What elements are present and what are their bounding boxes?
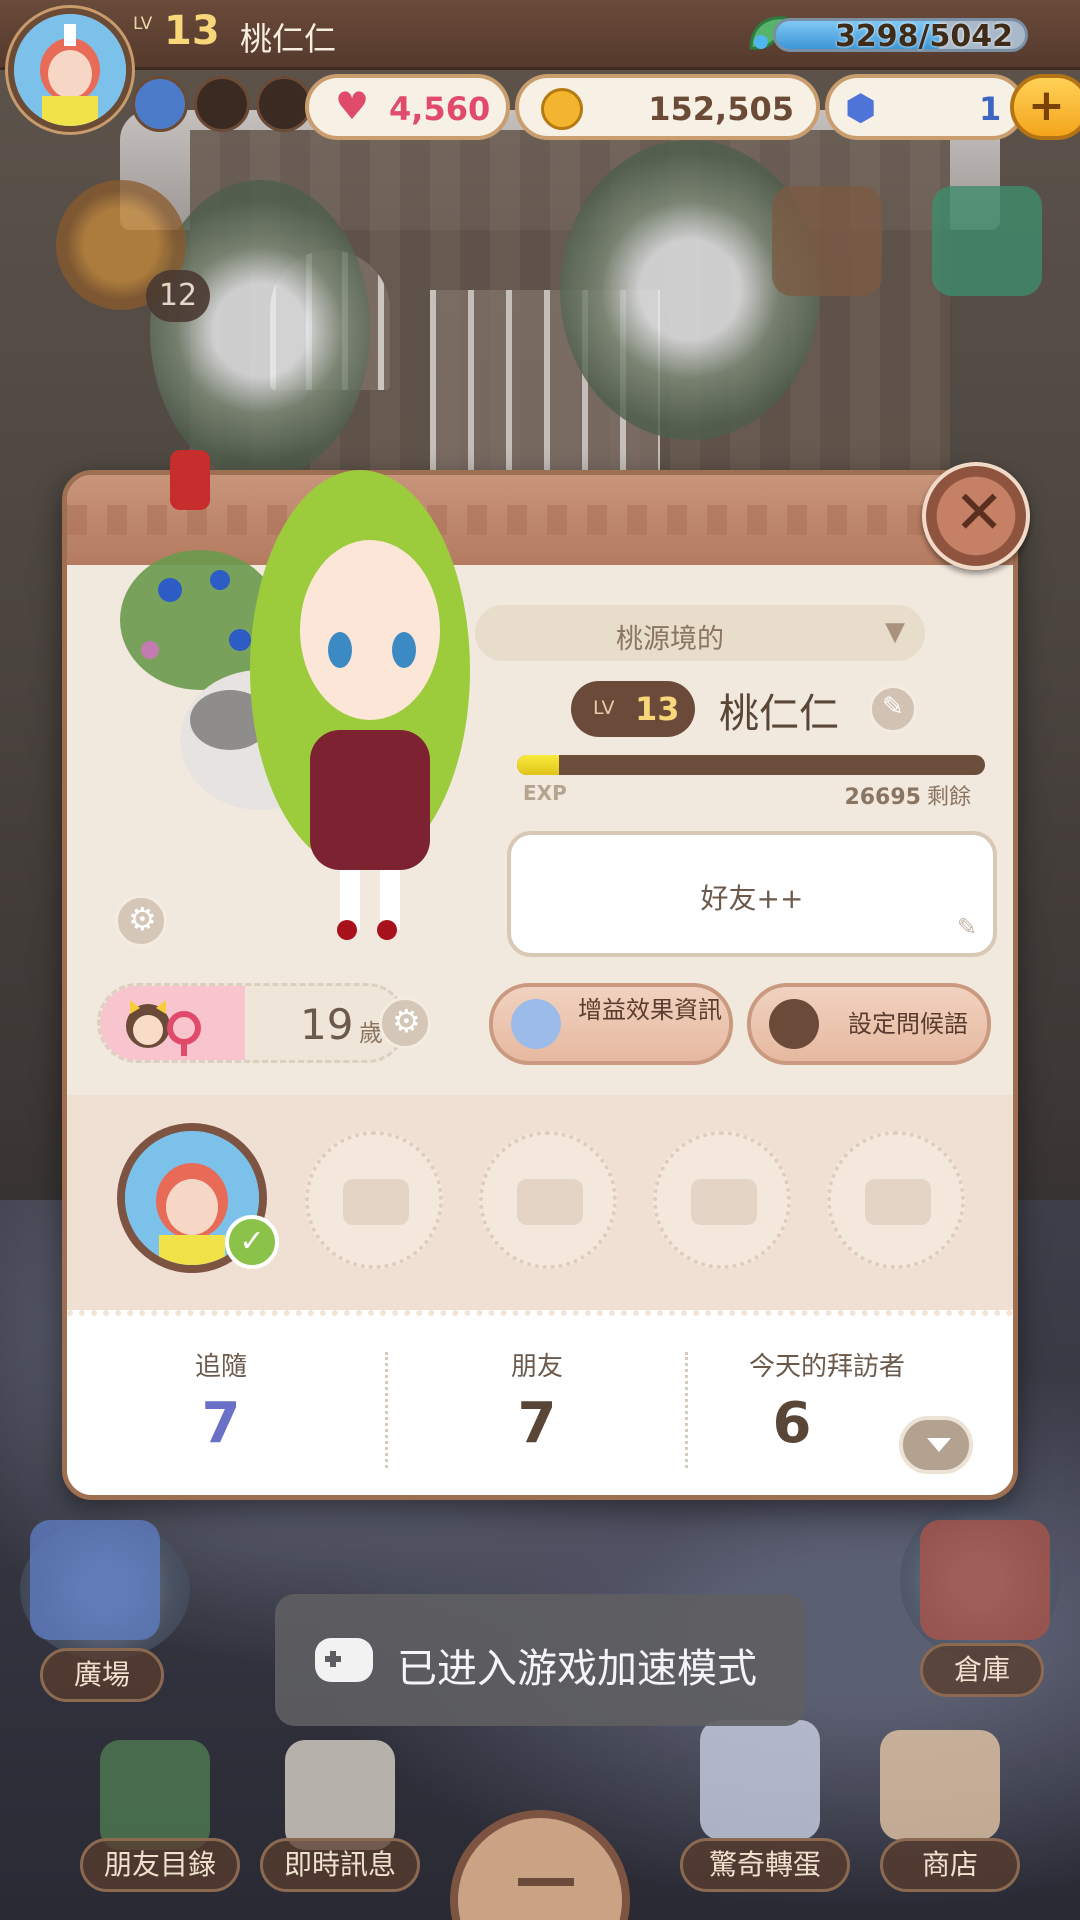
friend-book-icon [100, 1740, 210, 1850]
interior-decor-button[interactable] [772, 186, 882, 296]
profile-level-value: 13 [635, 690, 680, 728]
exp-label: EXP [523, 781, 567, 805]
exp-remaining: 26695 剩餘 [844, 779, 971, 811]
add-gems-button[interactable] [1010, 74, 1080, 140]
add-photo-camera-icon[interactable] [479, 1131, 617, 1269]
character-illustration [120, 450, 470, 940]
hearts-counter[interactable]: ♥ 4,560 [305, 74, 510, 140]
friends-stat[interactable]: 朋友 7 [417, 1346, 657, 1456]
messages-board-icon [285, 1740, 395, 1850]
exp-bar-fill [517, 755, 560, 775]
buff-info-label: 增益效果資訊 [578, 996, 722, 1024]
energy-value: 3298/5042 [835, 19, 1013, 54]
heart-icon: ♥ [335, 84, 370, 128]
exp-remaining-suffix: 剩餘 [926, 785, 971, 810]
avatar-portrait-icon [14, 14, 126, 126]
friends-label: 朋友 [510, 1352, 563, 1382]
gacha-machine-icon [700, 1720, 820, 1840]
profile-level-label: LV [593, 697, 615, 719]
game-boost-toast: 已进入游戏加速模式 [275, 1594, 805, 1726]
region-value: 桃源境的 [616, 624, 724, 655]
set-greeting-label: 設定問候語 [848, 1010, 968, 1038]
friends-value: 7 [517, 1391, 557, 1456]
close-icon: ✕ [954, 478, 1005, 548]
add-photo-camera-icon[interactable] [827, 1131, 965, 1269]
gacha-button[interactable]: 驚奇轉蛋 [680, 1838, 850, 1892]
followers-stat[interactable]: 追隨 7 [101, 1346, 341, 1456]
greeting-text: 好友++ [700, 882, 804, 915]
age-settings-gear-icon[interactable] [379, 997, 431, 1049]
quest-count-badge: 12 [146, 270, 210, 322]
greeting-message-card[interactable]: 好友++ ✎ [507, 831, 997, 957]
exterior-decor-button[interactable] [932, 186, 1042, 296]
shop-storefront-icon [880, 1730, 1000, 1840]
gems-counter[interactable]: ⬢ 1 [825, 74, 1025, 140]
age-value: 19 [300, 1000, 354, 1049]
coins-value: 152,505 [648, 90, 794, 128]
set-greeting-button[interactable]: 設定問候語 [747, 983, 991, 1065]
photo-strip: ✓ [67, 1095, 1013, 1310]
plaza-button[interactable]: 廣場 [40, 1648, 164, 1702]
followers-value: 7 [201, 1391, 241, 1456]
storage-house-icon [920, 1520, 1050, 1640]
storage-button[interactable]: 倉庫 [920, 1643, 1044, 1697]
chevron-down-icon: ▼ [885, 617, 905, 647]
checkmark-icon: ✓ [225, 1215, 279, 1269]
instant-messages-button[interactable]: 即時訊息 [260, 1838, 420, 1892]
level-label: LV [133, 14, 153, 34]
edit-name-button[interactable]: ✎ [869, 685, 917, 733]
hearts-value: 4,560 [389, 90, 491, 128]
player-level: 13 [164, 8, 220, 54]
gem-icon: ⬢ [845, 88, 877, 129]
pencil-icon: ✎ [882, 692, 904, 722]
plaza-tree-icon [30, 1520, 160, 1640]
close-modal-button[interactable]: ✕ [922, 462, 1030, 570]
coin-icon [541, 88, 583, 130]
shop-button[interactable]: 商店 [880, 1838, 1020, 1892]
empty-pet-slot[interactable] [256, 76, 312, 132]
add-photo-camera-icon[interactable] [305, 1131, 443, 1269]
player-avatar[interactable] [8, 8, 132, 132]
stat-divider [385, 1352, 388, 1468]
age-avatar-background [100, 986, 245, 1060]
followers-label: 追隨 [194, 1352, 247, 1382]
profile-level-badge: LV 13 [571, 681, 695, 737]
pet-slots [132, 76, 322, 140]
buff-user-icon [511, 999, 561, 1049]
toast-message: 已进入游戏加速模式 [397, 1646, 757, 1692]
girl-gender-icon [126, 1000, 201, 1056]
energy-meter[interactable]: 3298/5042 [745, 12, 1055, 56]
gems-value: 1 [979, 90, 1002, 128]
buff-info-button[interactable]: 增益效果資訊 [489, 983, 733, 1065]
region-dropdown[interactable]: 桃源境的 ▼ [475, 605, 925, 661]
pet-bottle-slot[interactable] [132, 76, 188, 132]
exp-remaining-value: 26695 [844, 785, 921, 810]
profile-name: 桃仁仁 [719, 691, 839, 737]
waving-face-icon [769, 999, 819, 1049]
social-stats: 追隨 7 朋友 7 今天的拜訪者 6 [67, 1310, 1013, 1495]
exp-bar [517, 755, 985, 775]
add-photo-camera-icon[interactable] [653, 1131, 791, 1269]
friends-list-button[interactable]: 朋友目錄 [80, 1838, 240, 1892]
visitors-expand-chevron-icon[interactable] [899, 1416, 973, 1474]
gamepad-icon [315, 1638, 373, 1682]
coins-counter[interactable]: 152,505 [515, 74, 820, 140]
player-name: 桃仁仁 [240, 20, 337, 58]
pencil-icon: ✎ [956, 913, 977, 941]
visitors-label: 今天的拜訪者 [748, 1352, 905, 1382]
empty-pet-slot[interactable] [194, 76, 250, 132]
